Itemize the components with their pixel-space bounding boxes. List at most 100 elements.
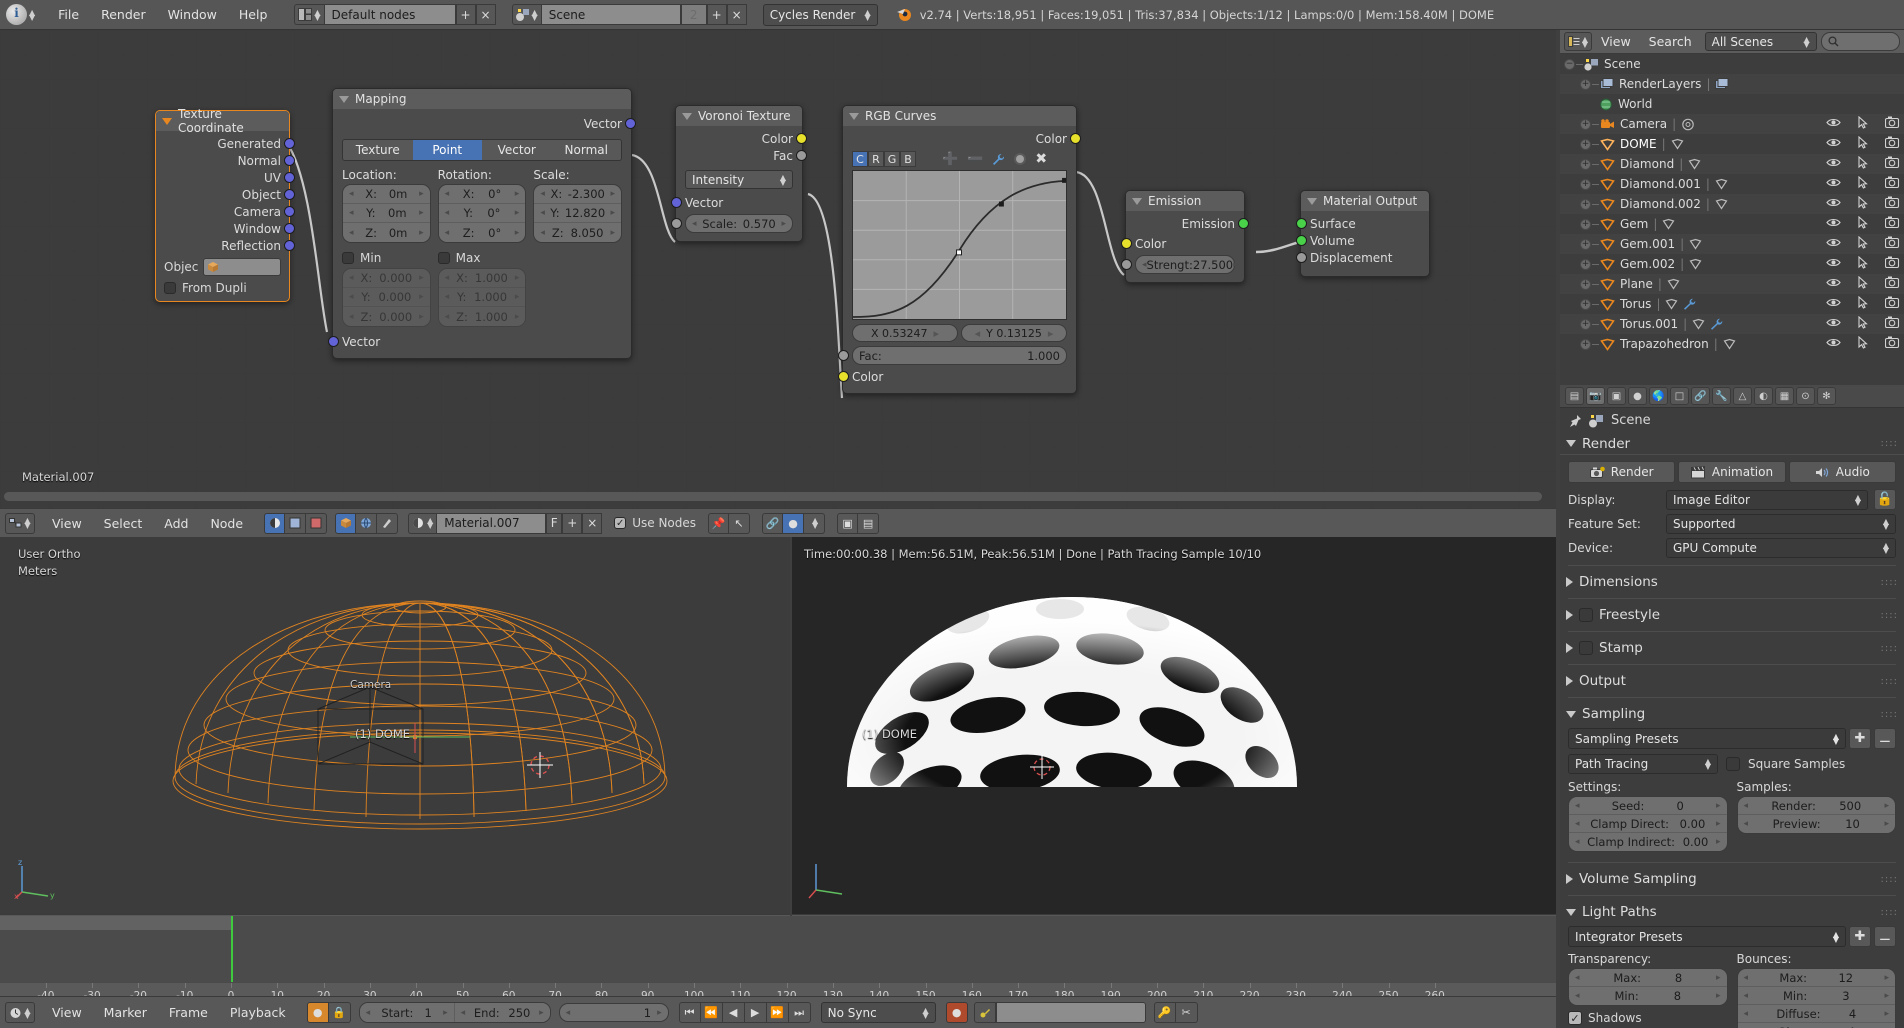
add-screen-layout-button[interactable]: + [455, 4, 476, 25]
rgb-curve-widget[interactable] [852, 170, 1067, 320]
timeline-track[interactable] [0, 916, 1556, 984]
square-samples-checkbox[interactable] [1726, 757, 1740, 771]
camera-data-icon[interactable] [1681, 118, 1695, 131]
socket-dot[interactable] [284, 189, 295, 200]
min-z[interactable]: Z:0.000 [343, 307, 430, 326]
use-nodes-toggle[interactable]: ✓ Use Nodes [614, 516, 696, 530]
render-layers-tab-icon[interactable]: ▣ [1607, 387, 1626, 405]
pin-icon[interactable]: 📌 [708, 512, 730, 534]
scale-y[interactable]: Y:12.820 [534, 204, 622, 223]
sampling-settings-fields[interactable]: Seed:0 Clamp Direct:0.00 Clamp Indirect:… [1568, 796, 1728, 852]
panel-dimensions-header[interactable]: Dimensions :::: [1560, 571, 1904, 593]
restrict-select-icon[interactable] [1857, 315, 1869, 332]
animation-button[interactable]: Animation [1678, 461, 1786, 483]
expand-toggle-icon[interactable]: + [1580, 218, 1591, 230]
location-y[interactable]: Y:0m [343, 204, 430, 223]
restrict-view-icon[interactable] [1826, 117, 1841, 131]
keying-set-field[interactable] [995, 1002, 1146, 1023]
render-samples-field[interactable]: Render:500 [1737, 797, 1895, 815]
material-tab-icon[interactable]: ◐ [1754, 387, 1773, 405]
restrict-render-icon[interactable] [1884, 316, 1900, 332]
mesh-data-icon[interactable] [1662, 218, 1675, 230]
outliner-editor[interactable]: ▲ ▼ View Search All Scenes ▲ ▼ − Scene + Rend… [1560, 30, 1904, 385]
transparency-min-field[interactable]: Min:8 [1569, 987, 1727, 1005]
socket-vector-in[interactable]: Vector [328, 333, 622, 350]
panel-output-header[interactable]: Output :::: [1560, 670, 1904, 692]
tl-menu-view[interactable]: View [41, 1002, 93, 1023]
node-rgb-curves[interactable]: RGB Curves Color C R G B ➕ ➖ ✖ X 0.53247… [838, 105, 1081, 394]
delete-screen-layout-button[interactable]: × [475, 4, 496, 25]
rotation-y[interactable]: Y:0° [438, 204, 526, 223]
voronoi-scale-field[interactable]: Scale: 0.570 [685, 214, 793, 233]
collapse-triangle-icon[interactable] [1566, 676, 1573, 686]
grip-dots-icon[interactable]: :::: [1881, 643, 1898, 654]
mesh-data-icon[interactable] [1665, 298, 1678, 310]
integrator-presets-row[interactable]: Integrator Presets ▲ ▼ ✚ ⚊ [1560, 923, 1904, 950]
snap-icon[interactable]: 🔗 [762, 512, 784, 534]
wrench-icon[interactable] [1710, 318, 1723, 330]
collapse-triangle-icon[interactable] [1566, 874, 1573, 884]
channel-c[interactable]: C [852, 151, 868, 167]
restrict-view-icon[interactable] [1826, 177, 1841, 191]
socket-vector-in[interactable]: Vector [671, 194, 793, 211]
integrator-dropdown[interactable]: Path Tracing ▲ ▼ [1568, 754, 1718, 774]
node-texture-coordinate[interactable]: Texture Coordinate Generated Normal UV O… [155, 107, 295, 302]
scale-x[interactable]: X:-2.300 [534, 185, 622, 204]
display-dropdown[interactable]: Image Editor ▲ ▼ [1666, 489, 1868, 510]
node-editor-hscrollbar[interactable] [4, 492, 1542, 501]
bounces-diffuse-field[interactable]: Diffuse:4 [1737, 1005, 1895, 1023]
min-x[interactable]: X:0.000 [343, 269, 430, 288]
freestyle-checkbox[interactable] [1579, 608, 1593, 622]
shader-type-toggles[interactable] [264, 512, 328, 534]
outliner-row-torus-001[interactable]: + Torus.001 | [1560, 314, 1904, 334]
menu-render[interactable]: Render [90, 4, 157, 25]
restrict-view-icon[interactable] [1826, 137, 1841, 151]
brush-icon[interactable] [377, 512, 399, 534]
tl-menu-marker[interactable]: Marker [93, 1002, 158, 1023]
curve-point-x[interactable]: X 0.53247 ▸ [852, 324, 958, 342]
mesh-data-icon[interactable] [1667, 278, 1680, 290]
node-menu-view[interactable]: View [41, 513, 93, 534]
mesh-data-icon[interactable] [1715, 198, 1728, 210]
socket-vector-out[interactable]: Vector [342, 115, 636, 132]
backdrop-icon[interactable]: ▣ [837, 512, 859, 534]
rotation-x[interactable]: X:0° [438, 185, 526, 204]
restrict-render-icon[interactable] [1884, 156, 1900, 172]
socket-normal[interactable]: Normal [164, 152, 295, 169]
unlink-material-button[interactable]: × [582, 512, 603, 534]
socket-window[interactable]: Window [164, 220, 295, 237]
play-reverse-icon[interactable]: ◀ [722, 1002, 745, 1023]
prev-keyframe-icon[interactable]: ⏪ [700, 1002, 723, 1023]
feature-set-row[interactable]: Feature Set: Supported ▲ ▼ [1560, 512, 1904, 536]
play-icon[interactable]: ▶ [744, 1002, 767, 1023]
scene-selector[interactable]: ▲ ▼ Scene 2 + × [511, 4, 747, 25]
outliner-tree[interactable]: − Scene + RenderLayers | World + Camera | + DOME | +… [1560, 54, 1904, 354]
device-row[interactable]: Device: GPU Compute ▲ ▼ [1560, 536, 1904, 560]
world-tab-icon[interactable]: 🌎 [1649, 387, 1668, 405]
socket-dot[interactable] [284, 138, 295, 149]
restrict-render-icon[interactable] [1884, 236, 1900, 252]
menu-window[interactable]: Window [157, 4, 228, 25]
object-icon[interactable] [335, 512, 357, 534]
socket-color-out[interactable]: Color [852, 130, 1081, 147]
expand-toggle-icon[interactable]: + [1580, 118, 1591, 130]
wrench-icon[interactable] [1683, 298, 1696, 310]
world-shader-icon[interactable] [285, 512, 307, 534]
scale-fields[interactable]: X:-2.300 Y:12.820 Z:8.050 [533, 184, 623, 243]
max-fields[interactable]: X:1.000 Y:1.000 Z:1.000 [437, 268, 527, 327]
restrict-view-icon[interactable] [1826, 277, 1841, 291]
outliner-menu-view[interactable]: View [1592, 32, 1640, 51]
emission-strength-field[interactable]: Strengt: 27.500 [1135, 255, 1235, 274]
bounces-max-field[interactable]: Max:12 [1737, 969, 1895, 987]
scene-users-count[interactable]: 2 [680, 4, 707, 25]
feature-set-dropdown[interactable]: Supported ▲ ▼ [1666, 514, 1896, 534]
restrict-view-icon[interactable] [1826, 237, 1841, 251]
socket-generated[interactable]: Generated [164, 135, 295, 152]
world-icon[interactable] [356, 512, 378, 534]
modifiers-tab-icon[interactable]: 🔧 [1712, 387, 1731, 405]
tab-vector[interactable]: Vector [482, 140, 552, 160]
socket-camera[interactable]: Camera [164, 203, 295, 220]
linestyle-shader-icon[interactable] [306, 512, 328, 534]
stamp-checkbox[interactable] [1579, 641, 1593, 655]
outliner-row-trapazohedron[interactable]: + Trapazohedron | [1560, 334, 1904, 354]
